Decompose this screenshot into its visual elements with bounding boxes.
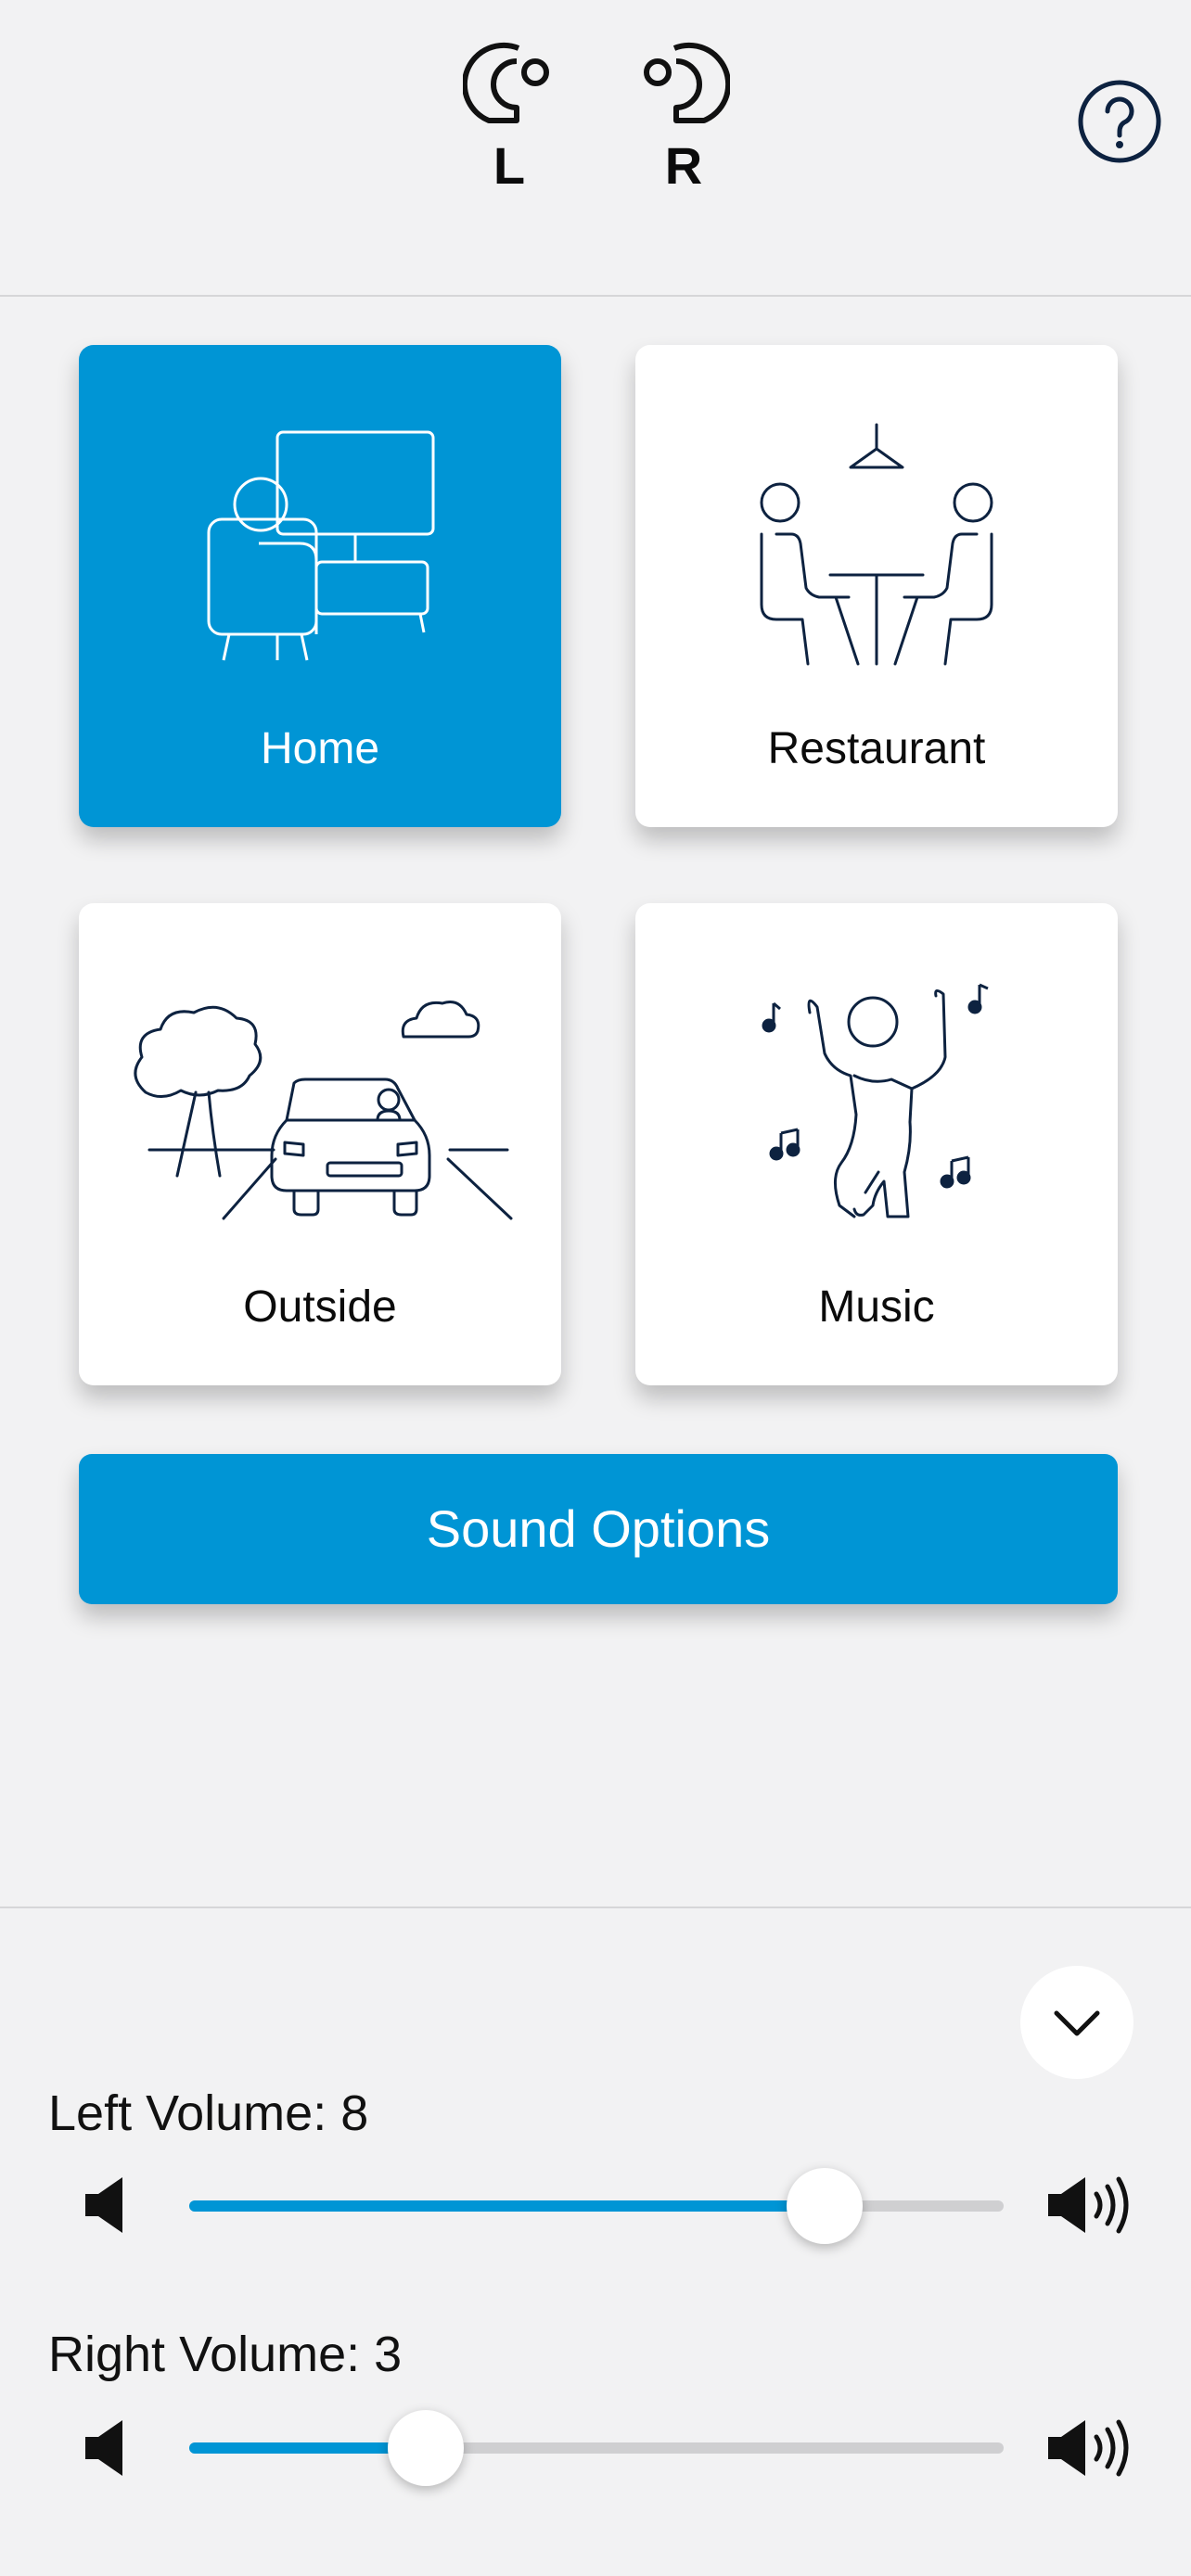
right-volume-label: Right Volume: 3 [48,2327,403,2382]
program-label-outside: Outside [243,1282,397,1332]
chevron-down-icon [1054,2010,1100,2036]
left-volume-fill [189,2200,825,2212]
panel-divider [0,1906,1191,1908]
sofa-tv-icon [207,430,435,661]
volume-min-icon [85,2177,122,2233]
left-volume-label: Left Volume: 8 [48,2085,369,2141]
program-card-outside[interactable]: Outside [79,903,561,1385]
right-hearing-aid-icon [644,42,730,123]
program-card-home[interactable]: Home [79,345,561,827]
right-aid-label: R [664,136,703,195]
dining-table-icon [760,423,993,666]
program-label-music: Music [818,1282,935,1332]
right-volume-slider[interactable] [189,2410,1004,2486]
program-card-music[interactable]: Music [635,903,1118,1385]
left-volume-slider[interactable] [189,2168,1004,2244]
right-volume-thumb[interactable] [387,2410,464,2486]
volume-min-icon [85,2420,122,2476]
collapse-volume-button[interactable] [1020,1966,1133,2079]
program-card-restaurant[interactable]: Restaurant [635,345,1118,827]
volume-max-icon [1048,2419,1129,2477]
question-mark-icon [1078,80,1161,163]
sound-options-button[interactable]: Sound Options [79,1454,1118,1604]
program-label-home: Home [260,724,380,773]
dancing-person-icon [762,983,989,1218]
help-button[interactable] [1076,78,1163,165]
car-road-icon [134,1001,513,1220]
program-label-restaurant: Restaurant [767,724,986,773]
volume-max-icon [1048,2176,1129,2234]
left-aid-label: L [493,136,526,195]
left-volume-thumb[interactable] [786,2168,863,2244]
header: L R [0,0,1191,297]
left-hearing-aid[interactable]: L [458,37,560,198]
right-hearing-aid[interactable]: R [633,37,735,198]
left-hearing-aid-icon [463,42,549,123]
